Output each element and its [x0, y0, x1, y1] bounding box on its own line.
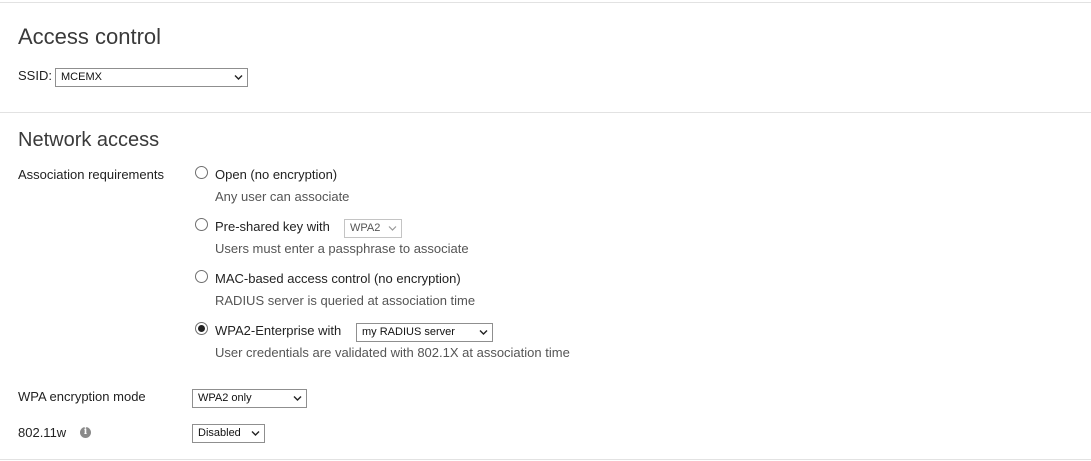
- bottom-divider: [0, 459, 1091, 460]
- network-access-title: Network access: [18, 129, 160, 151]
- radio-pre-shared-key[interactable]: [195, 218, 208, 231]
- radio-open[interactable]: [195, 166, 208, 179]
- info-icon[interactable]: i: [80, 427, 91, 438]
- option-open-label: Open (no encryption): [215, 167, 338, 182]
- radius-server-select-value: my RADIUS server: [362, 326, 455, 338]
- ssid-select[interactable]: MCEMX: [55, 68, 248, 87]
- option-wpa2-enterprise-label: WPA2-Enterprise with: [215, 323, 342, 338]
- chevron-down-icon: [479, 330, 488, 335]
- access-control-title: Access control: [18, 24, 162, 49]
- dot11w-label: 802.11w: [18, 425, 67, 440]
- option-wpa2-enterprise-description: User credentials are validated with 802.…: [215, 345, 570, 360]
- access-control-page: Access control SSID: MCEMX Network acces…: [0, 0, 1091, 461]
- wpa-encryption-mode-select[interactable]: WPA2 only: [192, 389, 307, 408]
- psk-type-select[interactable]: WPA2: [344, 219, 402, 238]
- section-divider: [0, 112, 1091, 113]
- dot11w-select[interactable]: Disabled: [192, 424, 265, 443]
- psk-type-select-value: WPA2: [350, 222, 381, 234]
- option-mac-label: MAC-based access control (no encryption): [215, 271, 461, 286]
- chevron-down-icon: [293, 396, 302, 401]
- top-divider: [0, 2, 1091, 3]
- radius-server-select[interactable]: my RADIUS server: [356, 323, 493, 342]
- association-requirements-label: Association requirements: [18, 167, 164, 182]
- ssid-label: SSID:: [18, 68, 52, 83]
- option-psk-description: Users must enter a passphrase to associa…: [215, 241, 469, 256]
- radio-mac-based[interactable]: [195, 270, 208, 283]
- option-open-description: Any user can associate: [215, 189, 350, 204]
- ssid-select-value: MCEMX: [61, 71, 102, 83]
- chevron-down-icon: [234, 75, 243, 80]
- wpa-encryption-mode-label: WPA encryption mode: [18, 389, 146, 404]
- radio-wpa2-enterprise[interactable]: [195, 322, 208, 335]
- option-psk-label: Pre-shared key with: [215, 219, 330, 234]
- dot11w-select-value: Disabled: [198, 427, 241, 439]
- option-mac-description: RADIUS server is queried at association …: [215, 293, 476, 308]
- chevron-down-icon: [388, 226, 397, 231]
- wpa-encryption-mode-value: WPA2 only: [198, 392, 252, 404]
- chevron-down-icon: [251, 431, 260, 436]
